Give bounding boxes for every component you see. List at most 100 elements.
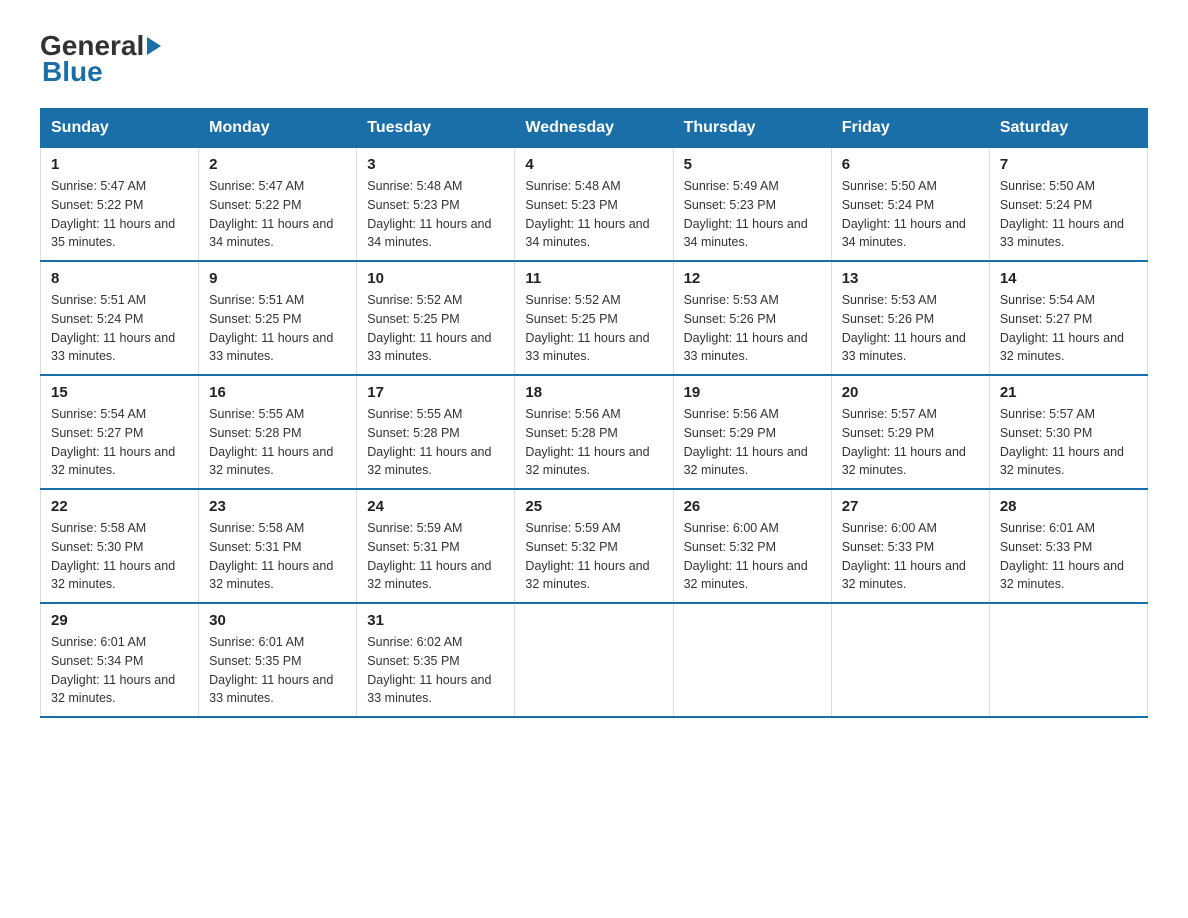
calendar-week-2: 8 Sunrise: 5:51 AM Sunset: 5:24 PM Dayli… bbox=[41, 261, 1148, 375]
day-info: Sunrise: 6:01 AM Sunset: 5:35 PM Dayligh… bbox=[209, 633, 346, 708]
day-info: Sunrise: 5:57 AM Sunset: 5:29 PM Dayligh… bbox=[842, 405, 979, 480]
day-info: Sunrise: 6:02 AM Sunset: 5:35 PM Dayligh… bbox=[367, 633, 504, 708]
calendar-cell: 28 Sunrise: 6:01 AM Sunset: 5:33 PM Dayl… bbox=[989, 489, 1147, 603]
day-info: Sunrise: 5:48 AM Sunset: 5:23 PM Dayligh… bbox=[367, 177, 504, 252]
calendar-cell: 11 Sunrise: 5:52 AM Sunset: 5:25 PM Dayl… bbox=[515, 261, 673, 375]
day-number: 7 bbox=[1000, 156, 1137, 173]
day-info: Sunrise: 5:53 AM Sunset: 5:26 PM Dayligh… bbox=[842, 291, 979, 366]
calendar-cell: 5 Sunrise: 5:49 AM Sunset: 5:23 PM Dayli… bbox=[673, 148, 831, 262]
day-info: Sunrise: 5:57 AM Sunset: 5:30 PM Dayligh… bbox=[1000, 405, 1137, 480]
column-header-thursday: Thursday bbox=[673, 109, 831, 148]
day-info: Sunrise: 5:50 AM Sunset: 5:24 PM Dayligh… bbox=[1000, 177, 1137, 252]
calendar-cell: 18 Sunrise: 5:56 AM Sunset: 5:28 PM Dayl… bbox=[515, 375, 673, 489]
logo: General Blue bbox=[40, 30, 164, 88]
day-info: Sunrise: 5:59 AM Sunset: 5:32 PM Dayligh… bbox=[525, 519, 662, 594]
day-number: 9 bbox=[209, 270, 346, 287]
day-info: Sunrise: 5:52 AM Sunset: 5:25 PM Dayligh… bbox=[367, 291, 504, 366]
day-number: 28 bbox=[1000, 498, 1137, 515]
day-info: Sunrise: 5:59 AM Sunset: 5:31 PM Dayligh… bbox=[367, 519, 504, 594]
calendar-cell bbox=[673, 603, 831, 717]
day-info: Sunrise: 5:55 AM Sunset: 5:28 PM Dayligh… bbox=[209, 405, 346, 480]
calendar-cell bbox=[989, 603, 1147, 717]
calendar-cell: 23 Sunrise: 5:58 AM Sunset: 5:31 PM Dayl… bbox=[199, 489, 357, 603]
day-number: 5 bbox=[684, 156, 821, 173]
column-header-friday: Friday bbox=[831, 109, 989, 148]
calendar-cell: 15 Sunrise: 5:54 AM Sunset: 5:27 PM Dayl… bbox=[41, 375, 199, 489]
calendar-cell: 2 Sunrise: 5:47 AM Sunset: 5:22 PM Dayli… bbox=[199, 148, 357, 262]
day-number: 25 bbox=[525, 498, 662, 515]
calendar-cell: 21 Sunrise: 5:57 AM Sunset: 5:30 PM Dayl… bbox=[989, 375, 1147, 489]
calendar-cell: 26 Sunrise: 6:00 AM Sunset: 5:32 PM Dayl… bbox=[673, 489, 831, 603]
day-info: Sunrise: 5:51 AM Sunset: 5:24 PM Dayligh… bbox=[51, 291, 188, 366]
logo-arrow-icon bbox=[147, 37, 161, 55]
day-number: 4 bbox=[525, 156, 662, 173]
calendar-cell: 1 Sunrise: 5:47 AM Sunset: 5:22 PM Dayli… bbox=[41, 148, 199, 262]
day-number: 27 bbox=[842, 498, 979, 515]
day-number: 21 bbox=[1000, 384, 1137, 401]
day-info: Sunrise: 5:53 AM Sunset: 5:26 PM Dayligh… bbox=[684, 291, 821, 366]
day-info: Sunrise: 5:58 AM Sunset: 5:31 PM Dayligh… bbox=[209, 519, 346, 594]
day-number: 12 bbox=[684, 270, 821, 287]
calendar-cell bbox=[831, 603, 989, 717]
column-header-saturday: Saturday bbox=[989, 109, 1147, 148]
day-number: 11 bbox=[525, 270, 662, 287]
day-info: Sunrise: 5:54 AM Sunset: 5:27 PM Dayligh… bbox=[1000, 291, 1137, 366]
day-info: Sunrise: 5:48 AM Sunset: 5:23 PM Dayligh… bbox=[525, 177, 662, 252]
day-number: 13 bbox=[842, 270, 979, 287]
calendar-cell: 3 Sunrise: 5:48 AM Sunset: 5:23 PM Dayli… bbox=[357, 148, 515, 262]
day-info: Sunrise: 5:54 AM Sunset: 5:27 PM Dayligh… bbox=[51, 405, 188, 480]
calendar-cell: 13 Sunrise: 5:53 AM Sunset: 5:26 PM Dayl… bbox=[831, 261, 989, 375]
day-info: Sunrise: 6:00 AM Sunset: 5:33 PM Dayligh… bbox=[842, 519, 979, 594]
day-info: Sunrise: 5:49 AM Sunset: 5:23 PM Dayligh… bbox=[684, 177, 821, 252]
day-number: 18 bbox=[525, 384, 662, 401]
day-number: 6 bbox=[842, 156, 979, 173]
header-row: SundayMondayTuesdayWednesdayThursdayFrid… bbox=[41, 109, 1148, 148]
calendar-cell: 8 Sunrise: 5:51 AM Sunset: 5:24 PM Dayli… bbox=[41, 261, 199, 375]
day-number: 19 bbox=[684, 384, 821, 401]
column-header-monday: Monday bbox=[199, 109, 357, 148]
calendar-cell: 19 Sunrise: 5:56 AM Sunset: 5:29 PM Dayl… bbox=[673, 375, 831, 489]
calendar-cell: 7 Sunrise: 5:50 AM Sunset: 5:24 PM Dayli… bbox=[989, 148, 1147, 262]
calendar-week-4: 22 Sunrise: 5:58 AM Sunset: 5:30 PM Dayl… bbox=[41, 489, 1148, 603]
calendar-week-5: 29 Sunrise: 6:01 AM Sunset: 5:34 PM Dayl… bbox=[41, 603, 1148, 717]
calendar-cell: 24 Sunrise: 5:59 AM Sunset: 5:31 PM Dayl… bbox=[357, 489, 515, 603]
calendar-cell: 27 Sunrise: 6:00 AM Sunset: 5:33 PM Dayl… bbox=[831, 489, 989, 603]
day-info: Sunrise: 5:50 AM Sunset: 5:24 PM Dayligh… bbox=[842, 177, 979, 252]
day-number: 2 bbox=[209, 156, 346, 173]
day-info: Sunrise: 6:01 AM Sunset: 5:33 PM Dayligh… bbox=[1000, 519, 1137, 594]
day-number: 16 bbox=[209, 384, 346, 401]
day-number: 17 bbox=[367, 384, 504, 401]
day-number: 8 bbox=[51, 270, 188, 287]
calendar-cell: 17 Sunrise: 5:55 AM Sunset: 5:28 PM Dayl… bbox=[357, 375, 515, 489]
calendar-cell: 20 Sunrise: 5:57 AM Sunset: 5:29 PM Dayl… bbox=[831, 375, 989, 489]
logo-blue-text: Blue bbox=[42, 56, 103, 87]
day-number: 30 bbox=[209, 612, 346, 629]
calendar-week-3: 15 Sunrise: 5:54 AM Sunset: 5:27 PM Dayl… bbox=[41, 375, 1148, 489]
day-info: Sunrise: 5:47 AM Sunset: 5:22 PM Dayligh… bbox=[51, 177, 188, 252]
day-info: Sunrise: 5:58 AM Sunset: 5:30 PM Dayligh… bbox=[51, 519, 188, 594]
calendar-table: SundayMondayTuesdayWednesdayThursdayFrid… bbox=[40, 108, 1148, 718]
calendar-cell: 12 Sunrise: 5:53 AM Sunset: 5:26 PM Dayl… bbox=[673, 261, 831, 375]
day-info: Sunrise: 6:00 AM Sunset: 5:32 PM Dayligh… bbox=[684, 519, 821, 594]
calendar-cell: 6 Sunrise: 5:50 AM Sunset: 5:24 PM Dayli… bbox=[831, 148, 989, 262]
day-number: 31 bbox=[367, 612, 504, 629]
calendar-cell: 31 Sunrise: 6:02 AM Sunset: 5:35 PM Dayl… bbox=[357, 603, 515, 717]
day-number: 23 bbox=[209, 498, 346, 515]
column-header-sunday: Sunday bbox=[41, 109, 199, 148]
day-number: 3 bbox=[367, 156, 504, 173]
day-info: Sunrise: 5:51 AM Sunset: 5:25 PM Dayligh… bbox=[209, 291, 346, 366]
day-number: 24 bbox=[367, 498, 504, 515]
calendar-cell: 14 Sunrise: 5:54 AM Sunset: 5:27 PM Dayl… bbox=[989, 261, 1147, 375]
calendar-cell: 29 Sunrise: 6:01 AM Sunset: 5:34 PM Dayl… bbox=[41, 603, 199, 717]
day-number: 10 bbox=[367, 270, 504, 287]
day-number: 1 bbox=[51, 156, 188, 173]
day-number: 29 bbox=[51, 612, 188, 629]
day-number: 15 bbox=[51, 384, 188, 401]
calendar-cell: 4 Sunrise: 5:48 AM Sunset: 5:23 PM Dayli… bbox=[515, 148, 673, 262]
day-info: Sunrise: 5:56 AM Sunset: 5:28 PM Dayligh… bbox=[525, 405, 662, 480]
column-header-wednesday: Wednesday bbox=[515, 109, 673, 148]
calendar-cell: 22 Sunrise: 5:58 AM Sunset: 5:30 PM Dayl… bbox=[41, 489, 199, 603]
day-info: Sunrise: 5:47 AM Sunset: 5:22 PM Dayligh… bbox=[209, 177, 346, 252]
day-number: 14 bbox=[1000, 270, 1137, 287]
calendar-cell: 9 Sunrise: 5:51 AM Sunset: 5:25 PM Dayli… bbox=[199, 261, 357, 375]
